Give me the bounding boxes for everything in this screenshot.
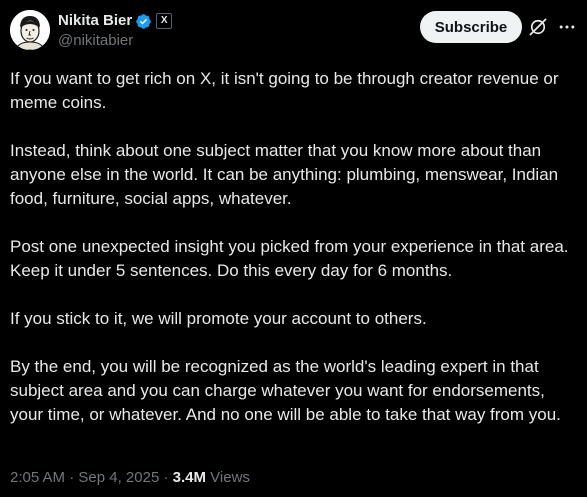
meta-separator: · [69, 469, 75, 486]
tweet-header: Nikita Bier X @nikitabier [58, 11, 173, 51]
affiliate-badge-icon[interactable]: X [156, 13, 173, 29]
author-display-name[interactable]: Nikita Bier [58, 11, 132, 31]
tweet-paragraph: If you want to get rich on X, it isn't g… [10, 69, 559, 112]
avatar[interactable] [10, 10, 50, 50]
tweet-text: If you want to get rich on X, it isn't g… [10, 67, 580, 451]
meta-separator: · [163, 469, 169, 486]
tweet-paragraph: If you stick to it, we will promote your… [10, 309, 427, 328]
tweet-meta: 2:05 AM · Sep 4, 2025 · 3.4M Views [10, 468, 250, 488]
tweet-paragraph: By the end, you will be recognized as th… [10, 357, 561, 424]
tweet-paragraph: Post one unexpected insight you picked f… [10, 237, 569, 280]
grok-icon[interactable] [528, 17, 548, 37]
views-count[interactable]: 3.4M [173, 469, 206, 486]
name-row: Nikita Bier X [58, 11, 173, 31]
tweet-paragraph: Instead, think about one subject matter … [10, 141, 559, 208]
author-handle[interactable]: @nikitabier [58, 31, 172, 51]
views-label: Views [210, 469, 250, 486]
more-options-icon[interactable] [557, 17, 577, 37]
subscribe-button[interactable]: Subscribe [420, 11, 522, 43]
avatar-illustration-icon [10, 10, 50, 50]
tweet-time[interactable]: 2:05 AM [10, 469, 65, 486]
verified-badge-icon[interactable] [135, 13, 152, 30]
tweet-date[interactable]: Sep 4, 2025 [78, 469, 159, 486]
